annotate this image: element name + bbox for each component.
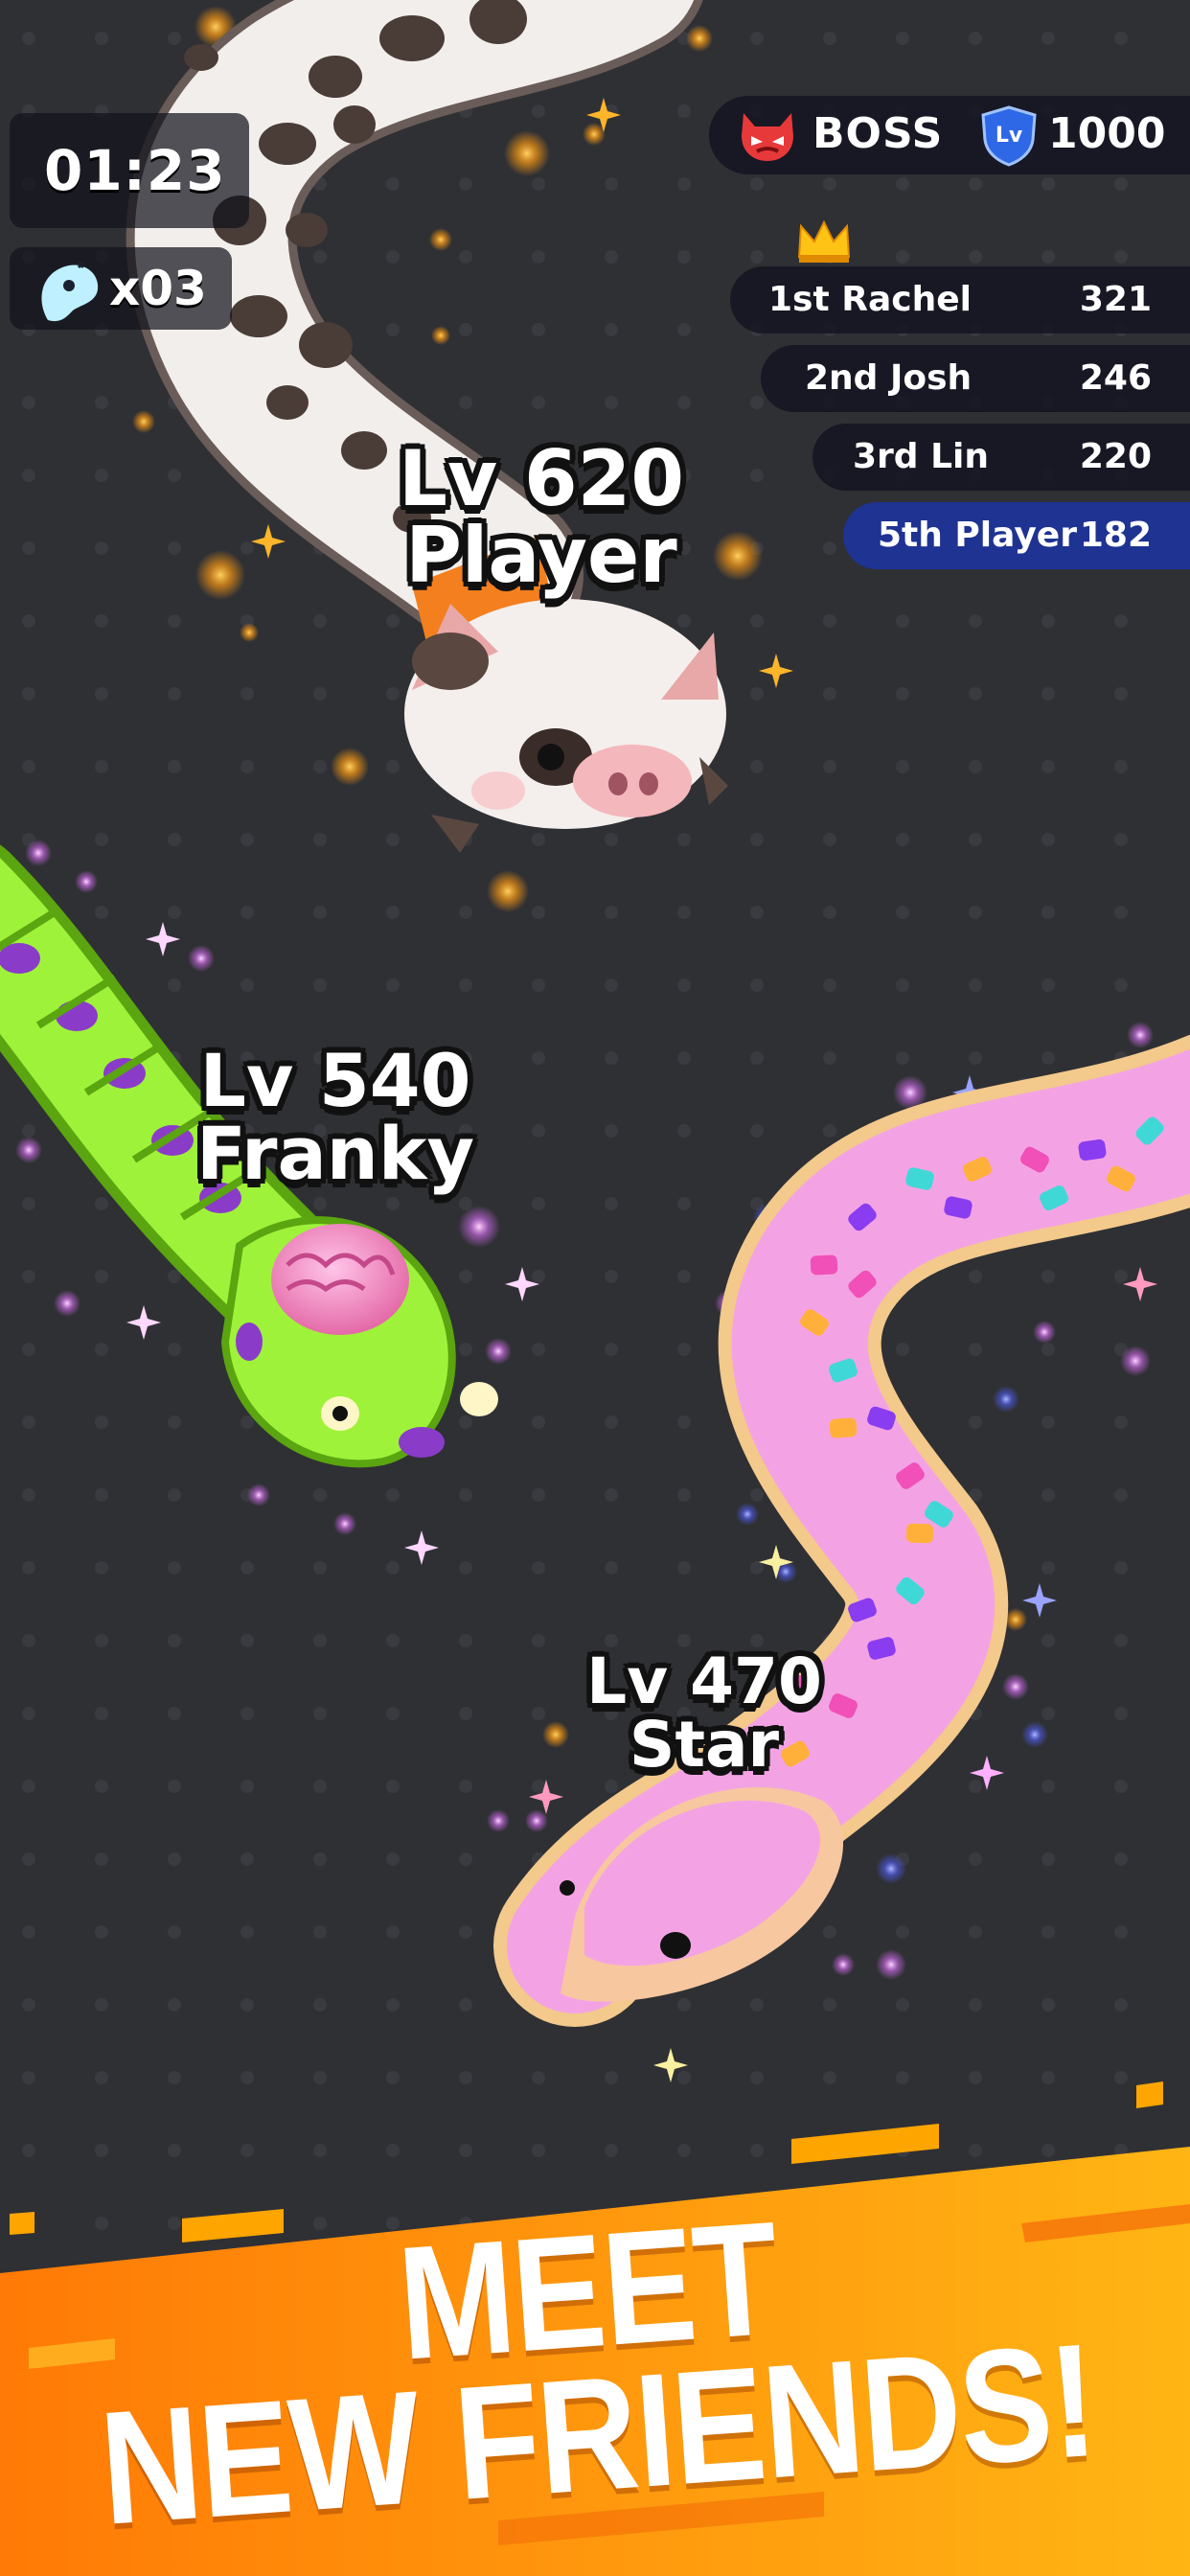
- sparkle-star: [653, 2048, 688, 2082]
- sparkle-star: [146, 922, 180, 956]
- donut-sprinkle: [829, 1417, 858, 1438]
- snake-name: Star: [629, 1708, 780, 1782]
- franky-snake-label: Lv 540 Franky: [172, 1045, 498, 1190]
- sparkle-star: [1022, 1583, 1057, 1618]
- powerup-count: x03: [109, 261, 207, 316]
- leaderboard-score: 220: [1079, 437, 1152, 476]
- donut-sprinkle: [810, 1254, 838, 1276]
- sparkle-dot: [736, 1503, 759, 1526]
- player-snake: [126, 0, 728, 853]
- leaderboard-row-player: 5th Player 182: [843, 502, 1190, 569]
- sparkle-star: [970, 1756, 1004, 1790]
- sparkle-dot: [993, 1386, 1019, 1413]
- ghost-snake-icon: [41, 261, 99, 322]
- snake-level: Lv 540: [199, 1038, 471, 1123]
- sparkle-dot: [1021, 1721, 1048, 1748]
- sparkle-dot: [25, 840, 52, 866]
- sparkle-dot: [876, 1853, 906, 1884]
- sparkle-dot: [331, 748, 369, 786]
- sparkle-dot: [876, 1949, 906, 1980]
- game-stage: 01:23 x03 BOSS Lv 1000 1st Rachel 321 2n…: [0, 0, 1190, 2576]
- leaderboard-name: 2nd Josh: [805, 358, 973, 398]
- sparkle-star: [1123, 1267, 1157, 1301]
- boss-panel: BOSS Lv 1000: [709, 96, 1190, 174]
- sparkle-star: [404, 1530, 439, 1565]
- boss-level-value: 1000: [1048, 109, 1166, 158]
- sparkle-dot: [132, 410, 155, 433]
- sparkle-dot: [247, 1484, 270, 1506]
- star-snake: [493, 1035, 1190, 2027]
- sparkle-dot: [832, 1953, 855, 1976]
- sparkle-dot: [333, 1512, 356, 1535]
- sparkle-star: [251, 524, 286, 559]
- player-snake-label: Lv 620 Player: [364, 441, 719, 594]
- level-badge-label: Lv: [995, 124, 1023, 148]
- sparkle-dot: [713, 531, 763, 581]
- snake-level: Lv 620: [399, 434, 684, 523]
- snake-name: Franky: [195, 1111, 474, 1196]
- leaderboard-name: 3rd Lin: [853, 437, 990, 476]
- sparkle-star: [505, 1267, 539, 1301]
- sparkle-dot: [485, 1338, 512, 1365]
- sparkle-star: [126, 1305, 161, 1340]
- star-snake-label: Lv 470 Star: [565, 1650, 843, 1777]
- level-shield-icon: Lv: [981, 105, 1037, 167]
- sparkle-dot: [1002, 1673, 1029, 1700]
- sparkle-dot: [195, 550, 245, 600]
- donut-sprinkle: [905, 1523, 934, 1544]
- powerup-counter[interactable]: x03: [10, 247, 232, 330]
- timer-panel: 01:23: [10, 113, 249, 228]
- devil-mask-icon: [742, 113, 793, 161]
- leaderboard-score: 246: [1079, 358, 1152, 398]
- sparkle-dot: [15, 1137, 42, 1163]
- sparkle-dot: [686, 25, 713, 52]
- leaderboard-row-2: 2nd Josh 246: [761, 345, 1190, 412]
- leaderboard-name: 5th Player: [878, 516, 1077, 555]
- sparkle-dot: [487, 1809, 510, 1832]
- sparkle-star: [529, 1780, 563, 1814]
- sparkle-dot: [504, 130, 550, 176]
- boss-label: BOSS: [812, 109, 944, 158]
- leaderboard-score: 182: [1079, 516, 1152, 555]
- sparkle-dot: [54, 1290, 80, 1317]
- sparkle-dot: [429, 228, 452, 251]
- snake-level: Lv 470: [586, 1644, 822, 1718]
- sparkle-dot: [487, 870, 529, 912]
- match-timer: 01:23: [44, 138, 226, 203]
- sparkle-star: [759, 654, 793, 688]
- leaderboard-row-3: 3rd Lin 220: [812, 424, 1190, 491]
- donut-sprinkle: [1078, 1138, 1107, 1162]
- sparkle-dot: [525, 1809, 548, 1832]
- snake-name: Player: [405, 511, 677, 600]
- sparkle-dot: [75, 870, 98, 893]
- sparkle-dot: [1127, 1022, 1154, 1048]
- leaderboard-name: 1st Rachel: [768, 280, 972, 319]
- sparkle-dot: [188, 945, 215, 972]
- sparkle-dot: [1120, 1346, 1151, 1376]
- sparkle-dot: [1033, 1321, 1056, 1344]
- crown-icon: [797, 219, 851, 263]
- leaderboard-row-1: 1st Rachel 321: [730, 266, 1190, 334]
- sparkle-dot: [431, 326, 450, 345]
- sparkle-dot: [458, 1206, 500, 1248]
- sparkle-dot: [240, 623, 259, 642]
- leaderboard-score: 321: [1079, 280, 1152, 319]
